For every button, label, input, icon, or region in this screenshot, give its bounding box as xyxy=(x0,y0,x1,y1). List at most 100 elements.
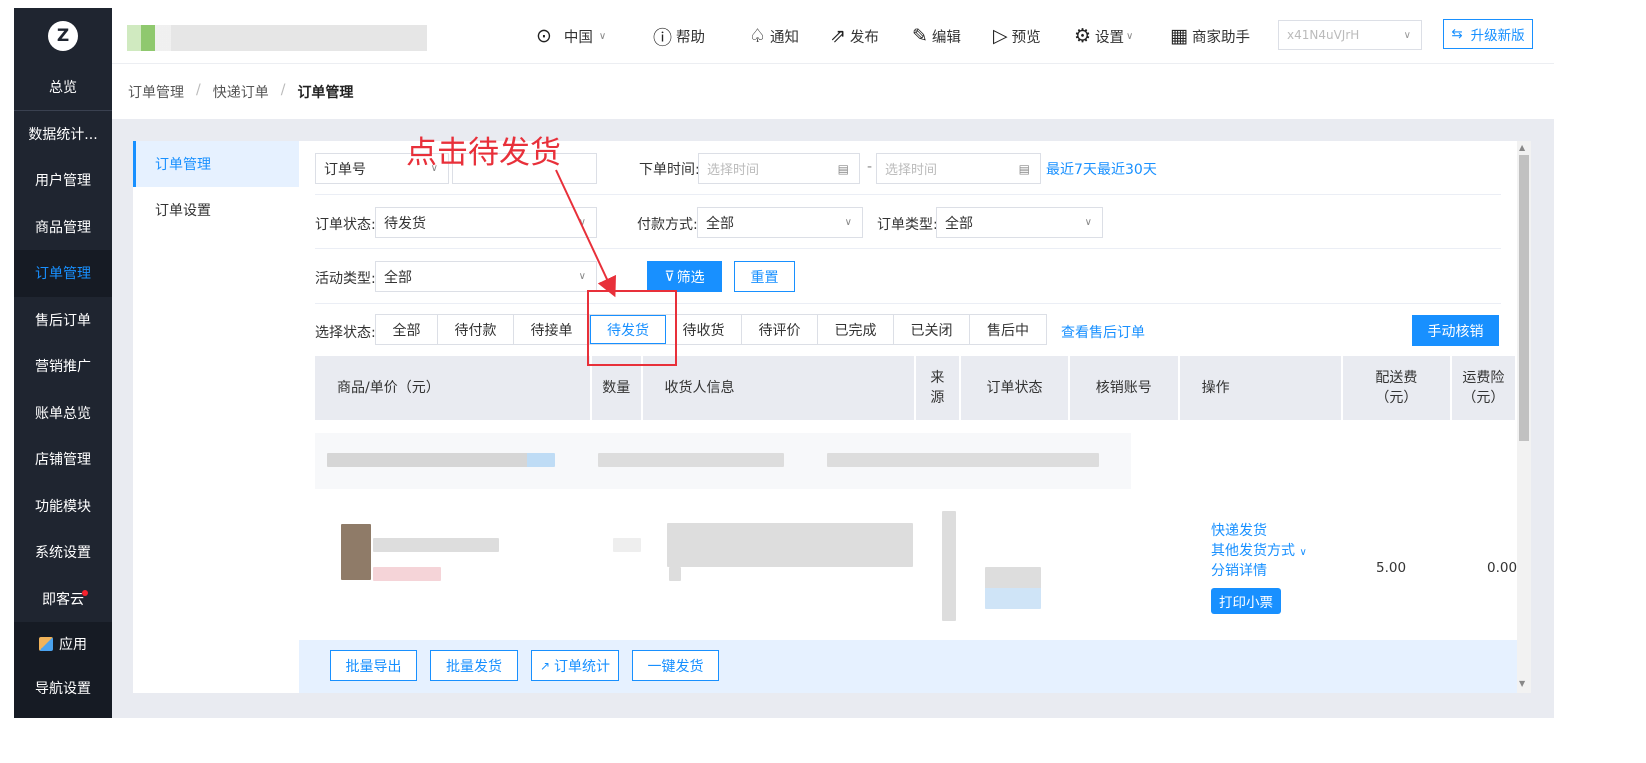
sidebar-item-apps[interactable]: 应用 xyxy=(14,622,112,666)
sidebar-item-modules[interactable]: 功能模块 xyxy=(14,483,112,530)
sidebar-item-products[interactable]: 商品管理 xyxy=(14,204,112,251)
source-blurred xyxy=(942,511,956,621)
subnav-item-order-manage[interactable]: 订单管理 xyxy=(133,141,299,187)
tab-pending-receipt[interactable]: 待收货 xyxy=(666,315,742,344)
last-30-days-link[interactable]: 最近30天 xyxy=(1097,159,1157,179)
edit-button[interactable]: ✎ 编辑 xyxy=(912,22,961,50)
order-number-blurred xyxy=(327,453,555,467)
tab-pending-review[interactable]: 待评价 xyxy=(742,315,818,344)
tab-all[interactable]: 全部 xyxy=(376,315,438,344)
notify-label: 通知 xyxy=(770,29,800,46)
order-subnav: 订单管理 订单设置 xyxy=(133,141,299,693)
sidebar-item-orders[interactable]: 订单管理 xyxy=(14,250,112,297)
print-receipt-button[interactable]: 打印小票 xyxy=(1211,588,1281,614)
play-square-icon: ▷ xyxy=(993,25,1008,47)
pay-method-select[interactable]: 全部 ∨ xyxy=(697,207,863,238)
order-panel: 订单号 ∨ 下单时间: 选择时间 ▤ - 选择时间 ▤ 最近7天 最近30天 订… xyxy=(299,141,1517,693)
sidebar-item-store[interactable]: 店铺管理 xyxy=(14,436,112,483)
order-status-blurred xyxy=(985,567,1041,609)
scroll-thumb[interactable] xyxy=(1519,155,1529,441)
scroll-up-icon[interactable]: ▲ xyxy=(1519,143,1525,152)
store-select-value: x41N4uVJrH xyxy=(1287,28,1360,42)
external-link-icon: ⇗ xyxy=(830,25,846,47)
tab-closed[interactable]: 已关闭 xyxy=(894,315,970,344)
help-label: 帮助 xyxy=(676,29,706,46)
bulk-ship-button[interactable]: 批量发货 xyxy=(430,650,518,681)
activity-type-select[interactable]: 全部 ∨ xyxy=(375,261,597,292)
last-7-days-link[interactable]: 最近7天 xyxy=(1046,159,1097,179)
help-button[interactable]: ⓘ 帮助 xyxy=(653,22,705,50)
panel-scrollbar[interactable]: ▲ ▼ xyxy=(1517,141,1531,693)
th-delivery-fee: 配送费 （元） xyxy=(1343,356,1452,420)
status-tabs: 全部 待付款 待接单 待发货 待收货 待评价 已完成 已关闭 售后中 xyxy=(375,314,1047,345)
other-ship-link[interactable]: 其他发货方式 ∨ xyxy=(1211,540,1307,560)
chevron-down-icon: ∨ xyxy=(1126,30,1134,42)
edit-label: 编辑 xyxy=(931,29,961,46)
sidebar-item-bills[interactable]: 账单总览 xyxy=(14,390,112,437)
breadcrumb-separator: / xyxy=(196,82,201,98)
sidebar-item-marketing[interactable]: 营销推广 xyxy=(14,343,112,390)
tab-aftersale[interactable]: 售后中 xyxy=(970,315,1046,344)
order-status-label: 订单状态: xyxy=(315,217,376,233)
tab-pending-accept[interactable]: 待接单 xyxy=(514,315,590,344)
sidebar-item-users[interactable]: 用户管理 xyxy=(14,157,112,204)
scroll-down-icon[interactable]: ▼ xyxy=(1519,679,1525,688)
bulk-export-button[interactable]: 批量导出 xyxy=(330,650,417,681)
sidebar-item-statistics[interactable]: 数据统计... xyxy=(14,111,112,158)
location-pin-icon: ⊙ xyxy=(536,25,552,47)
sidebar-item-jikeyun[interactable]: 即客云 xyxy=(14,576,112,623)
insurance-fee-value: 0.00 xyxy=(1487,560,1517,576)
qrcode-icon: ▦ xyxy=(1170,25,1188,47)
sidebar-item-label: 即客云 xyxy=(42,591,84,608)
view-aftersale-link[interactable]: 查看售后订单 xyxy=(1061,322,1145,342)
cube-icon xyxy=(39,637,53,651)
order-no-type-value: 订单号 xyxy=(324,161,366,178)
tab-completed[interactable]: 已完成 xyxy=(818,315,894,344)
settings-button[interactable]: ⚙ 设置 ∨ xyxy=(1074,22,1133,50)
funnel-icon: ⊽ xyxy=(664,268,675,285)
filter-button[interactable]: ⊽ 筛选 xyxy=(647,261,722,292)
order-stats-button[interactable]: ↗ 订单统计 xyxy=(531,650,619,681)
row-divider xyxy=(315,248,1501,249)
order-type-select[interactable]: 全部 ∨ xyxy=(936,207,1103,238)
sidebar-item-aftersale[interactable]: 售后订单 xyxy=(14,297,112,344)
th-source: 来 源 xyxy=(916,356,962,420)
breadcrumb-item[interactable]: 快递订单 xyxy=(213,82,269,102)
sidebar-item-nav-settings[interactable]: 导航设置 xyxy=(14,666,112,710)
upgrade-button[interactable]: ⇆ 升级新版 xyxy=(1443,19,1533,49)
tab-pending-payment[interactable]: 待付款 xyxy=(438,315,514,344)
annotation-highlight-box xyxy=(587,290,677,366)
logo-area[interactable]: Z xyxy=(14,8,112,64)
order-time-blurred xyxy=(598,453,784,467)
sidebar-item-overview[interactable]: 总览 xyxy=(14,64,112,111)
top-bar: ⊙ 中国 ∨ ⓘ 帮助 ♤ 通知 ⇗ 发布 ✎ 编辑 ▷ 预览 ⚙ 设置 ∨ ▦… xyxy=(112,8,1554,64)
end-time-input[interactable]: 选择时间 ▤ xyxy=(876,153,1041,184)
breadcrumb-item[interactable]: 订单管理 xyxy=(128,82,184,102)
express-ship-link[interactable]: 快递发货 xyxy=(1211,520,1267,540)
preview-button[interactable]: ▷ 预览 xyxy=(993,22,1041,50)
region-selector[interactable]: ⊙ 中国 ∨ xyxy=(536,22,606,50)
th-receiver: 收货人信息 xyxy=(643,356,916,420)
th-insurance-fee: 运费险 （元） xyxy=(1452,356,1517,420)
reset-button[interactable]: 重置 xyxy=(734,261,795,292)
order-type-value: 全部 xyxy=(945,215,973,232)
brand-logo[interactable]: Z xyxy=(48,21,78,51)
manual-verify-button[interactable]: 手动核销 xyxy=(1412,315,1499,346)
order-status-select[interactable]: 待发货 ∨ xyxy=(375,207,597,238)
one-click-ship-button[interactable]: 一键发货 xyxy=(632,650,719,681)
th-order-status: 订单状态 xyxy=(961,356,1070,420)
distribution-detail-link[interactable]: 分销详情 xyxy=(1211,560,1267,580)
th-verify-account: 核销账号 xyxy=(1070,356,1180,420)
gear-icon: ⚙ xyxy=(1074,25,1092,47)
th-product: 商品/单价（元） xyxy=(315,356,593,420)
sidebar-item-system[interactable]: 系统设置 xyxy=(14,529,112,576)
receiver-info-blurred xyxy=(667,523,913,567)
subnav-item-order-settings[interactable]: 订单设置 xyxy=(133,187,299,233)
activity-type-label: 活动类型: xyxy=(315,271,376,287)
filter-label: 筛选 xyxy=(676,269,705,286)
publish-button[interactable]: ⇗ 发布 xyxy=(830,22,879,50)
start-time-input[interactable]: 选择时间 ▤ xyxy=(698,153,860,184)
store-select[interactable]: x41N4uVJrH ∨ xyxy=(1278,20,1422,50)
notify-button[interactable]: ♤ 通知 xyxy=(749,22,799,50)
merchant-assistant-button[interactable]: ▦ 商家助手 xyxy=(1170,22,1250,50)
